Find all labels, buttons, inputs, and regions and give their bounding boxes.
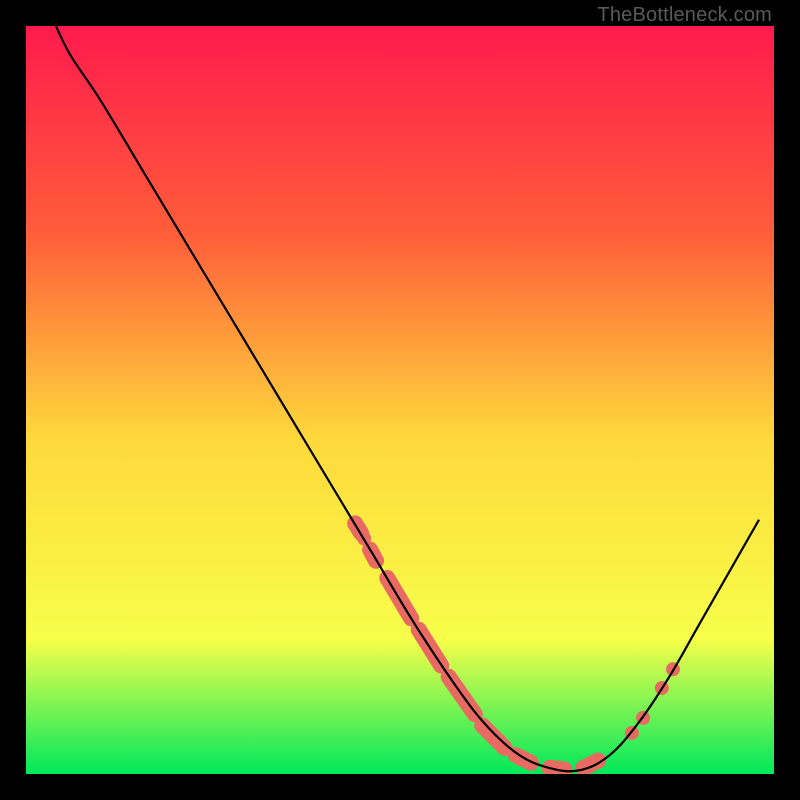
chart-frame [26,26,774,774]
bottleneck-curve-chart [26,26,774,774]
watermark-text: TheBottleneck.com [597,4,772,27]
gradient-background [26,26,774,774]
